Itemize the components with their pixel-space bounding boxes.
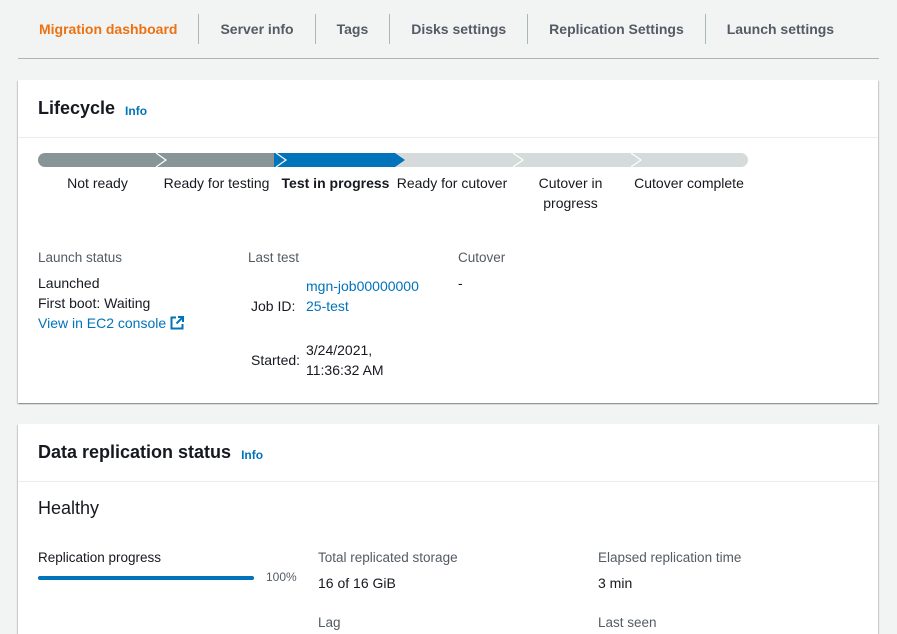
started-value: 3/24/2021, 11:36:32 AM: [306, 342, 384, 378]
replication-progress-fill: [38, 576, 254, 580]
cutover-label: Cutover: [458, 250, 506, 265]
job-id-label: Job ID:: [251, 298, 296, 314]
ec2-console-link[interactable]: View in EC2 console: [38, 313, 185, 333]
chevron-right-icon: [274, 153, 288, 167]
last-test-label: Last test: [248, 250, 300, 265]
elapsed-time-value: 3 min: [598, 575, 633, 591]
total-storage-value: 16 of 16 GiB: [318, 575, 396, 591]
job-id-link[interactable]: mgn-job0000000025-test: [306, 276, 424, 316]
launch-status-value: Launched: [38, 275, 100, 291]
step-segment-cutover-complete: [631, 153, 748, 167]
lifecycle-title: Lifecycle: [38, 98, 116, 118]
total-storage-label: Total replicated storage: [318, 550, 458, 565]
started-label: Started:: [251, 352, 301, 368]
step-label-not-ready: Not ready: [67, 175, 128, 191]
data-replication-panel: Data replication status Info Healthy Rep…: [18, 424, 878, 634]
replication-progress-bar: [38, 576, 254, 580]
replication-health-status: Healthy: [38, 498, 100, 518]
lifecycle-header: Lifecycle Info: [18, 80, 878, 138]
tab-tags[interactable]: Tags: [316, 14, 390, 44]
first-boot-status: First boot: Waiting: [38, 295, 151, 311]
step-label-cutover-in-progress: Cutover in progress: [538, 175, 603, 211]
elapsed-time-label: Elapsed replication time: [598, 550, 742, 565]
chevron-right-icon: [155, 153, 168, 167]
ec2-console-link-text[interactable]: View in EC2 console: [38, 315, 166, 331]
tab-launch-settings[interactable]: Launch settings: [706, 14, 855, 44]
step-segment-cutover-in-progress: [513, 153, 631, 167]
tab-bar: Migration dashboard Server info Tags Dis…: [18, 0, 879, 59]
lifecycle-info-link[interactable]: Info: [125, 104, 147, 118]
chevron-right-icon: [630, 153, 643, 167]
last-seen-label: Last seen: [598, 615, 657, 630]
tab-replication-settings[interactable]: Replication Settings: [528, 14, 705, 44]
step-label-ready-for-cutover: Ready for cutover: [396, 175, 508, 191]
step-label-ready-for-testing: Ready for testing: [163, 175, 270, 191]
cutover-value: -: [458, 275, 463, 291]
step-label-cutover-complete: Cutover complete: [634, 175, 744, 191]
replication-header: Data replication status Info: [18, 424, 878, 482]
step-segment-ready-for-cutover: [395, 153, 513, 167]
launch-status-label: Launch status: [38, 250, 123, 265]
step-segment-ready-for-testing: [157, 153, 276, 167]
step-label-test-in-progress: Test in progress: [281, 175, 390, 191]
replication-progress-percent: 100%: [266, 570, 297, 584]
step-segment-not-ready: [38, 153, 157, 167]
replication-info-link[interactable]: Info: [241, 448, 263, 462]
replication-title: Data replication status: [38, 442, 232, 462]
tab-disks-settings[interactable]: Disks settings: [390, 14, 527, 44]
external-link-icon[interactable]: [170, 316, 185, 330]
chevron-right-icon: [393, 153, 405, 167]
lag-label: Lag: [318, 615, 341, 630]
replication-progress-label: Replication progress: [38, 550, 162, 565]
step-segment-test-in-progress: [276, 153, 395, 167]
tab-server-info[interactable]: Server info: [199, 14, 314, 44]
lifecycle-panel: Lifecycle Info Not ready Ready for testi…: [18, 80, 878, 403]
tab-migration-dashboard[interactable]: Migration dashboard: [18, 14, 198, 44]
chevron-right-icon: [512, 153, 525, 167]
